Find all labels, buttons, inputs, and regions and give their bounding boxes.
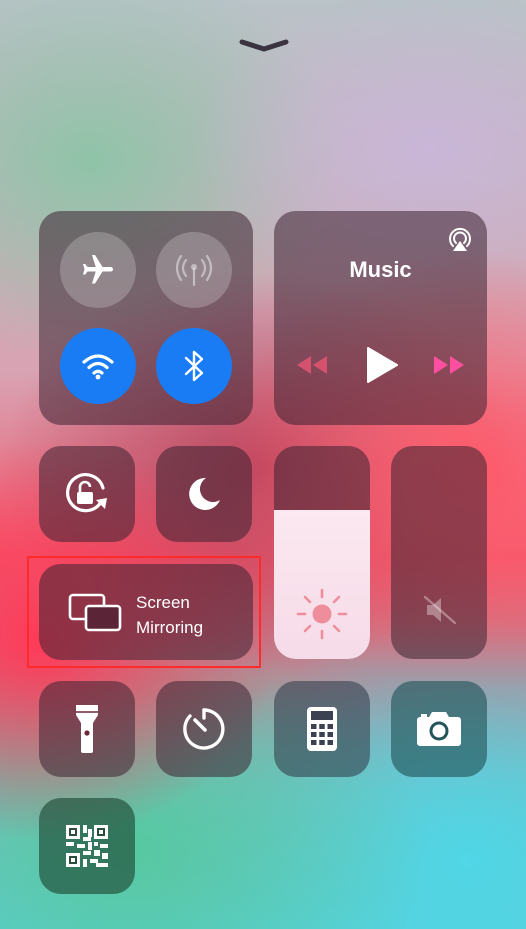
camera-button[interactable] [391,681,487,777]
do-not-disturb-button[interactable] [156,446,252,542]
moon-icon [189,477,220,510]
connectivity-panel [39,211,253,425]
flashlight-button[interactable] [39,681,135,777]
airplane-icon [83,255,113,284]
wifi-button[interactable] [60,328,136,404]
qr-code-icon [66,825,108,867]
music-panel[interactable]: Music [274,211,487,425]
volume-muted-icon [423,595,457,625]
timer-button[interactable] [156,681,252,777]
calculator-icon [307,707,337,751]
qr-scanner-button[interactable] [39,798,135,894]
airplane-mode-button[interactable] [60,232,136,308]
flashlight-icon [76,705,98,753]
timer-icon [183,708,225,750]
camera-icon [417,712,461,746]
brightness-slider[interactable] [274,446,370,659]
cellular-antenna-icon [175,254,213,287]
rotation-lock-button[interactable] [39,446,135,542]
airplay-audio-icon[interactable] [446,226,474,254]
brightness-sun-icon [296,588,348,640]
dismiss-chevron-icon[interactable] [238,36,290,54]
selection-highlight-box [27,556,261,668]
calculator-button[interactable] [274,681,370,777]
volume-slider[interactable] [391,446,487,659]
music-title: Music [349,257,412,282]
bluetooth-icon [184,350,204,382]
rewind-icon[interactable] [294,354,330,376]
play-icon[interactable] [365,346,399,384]
bluetooth-button[interactable] [156,328,232,404]
rotation-lock-icon [66,473,107,513]
fast-forward-icon[interactable] [431,354,467,376]
wifi-icon [82,354,114,380]
cellular-data-button[interactable] [156,232,232,308]
